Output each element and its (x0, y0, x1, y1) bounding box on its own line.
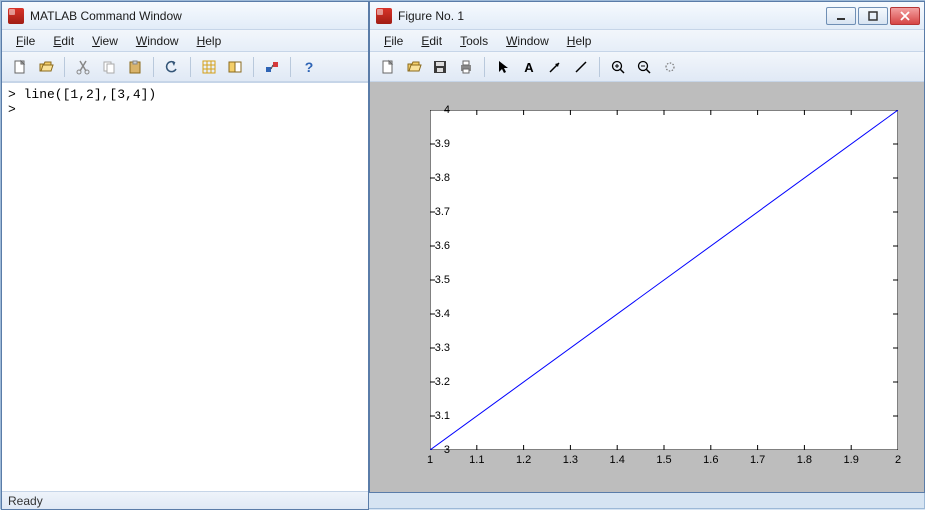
figure-window: Figure No. 1 File Edit Tools Window Help (369, 1, 925, 493)
figure-title: Figure No. 1 (398, 9, 464, 23)
plot-axes[interactable] (430, 110, 898, 450)
x-tick-label: 1 (415, 454, 445, 466)
help-icon[interactable]: ? (297, 55, 321, 79)
x-tick-label: 1.8 (789, 454, 819, 466)
cut-icon[interactable] (71, 55, 95, 79)
y-tick-label: 3.1 (420, 410, 450, 422)
x-tick-label: 1.3 (555, 454, 585, 466)
menu-edit[interactable]: Edit (413, 32, 450, 50)
menu-edit[interactable]: Edit (45, 32, 82, 50)
arrow-annotation-icon[interactable] (543, 55, 567, 79)
menu-window[interactable]: Window (498, 32, 557, 50)
y-tick-label: 4 (420, 104, 450, 116)
close-button[interactable] (890, 7, 920, 25)
menu-window-label: indow (147, 34, 178, 48)
print-icon[interactable] (454, 55, 478, 79)
matlab-icon (8, 8, 24, 24)
undo-icon[interactable] (160, 55, 184, 79)
rotate-3d-icon[interactable] (658, 55, 682, 79)
command-window-title: MATLAB Command Window (30, 9, 182, 23)
x-tick-label: 1.6 (696, 454, 726, 466)
open-file-icon[interactable] (34, 55, 58, 79)
y-tick-label: 3.5 (420, 274, 450, 286)
x-tick-label: 1.9 (836, 454, 866, 466)
menu-help[interactable]: Help (189, 32, 230, 50)
new-file-icon[interactable] (8, 55, 32, 79)
path-browser-icon[interactable] (223, 55, 247, 79)
separator (599, 57, 600, 77)
separator (153, 57, 154, 77)
x-tick-label: 1.4 (602, 454, 632, 466)
y-tick-label: 3.6 (420, 240, 450, 252)
menu-help-label: elp (205, 34, 221, 48)
command-window-statusbar: Ready (2, 491, 368, 509)
figure-toolbar: A (370, 52, 924, 82)
y-tick-label: 3.2 (420, 376, 450, 388)
figure-menubar: File Edit Tools Window Help (370, 30, 924, 52)
y-tick-label: 3.9 (420, 138, 450, 150)
minimize-button[interactable] (826, 7, 856, 25)
separator (484, 57, 485, 77)
open-file-icon[interactable] (402, 55, 426, 79)
y-tick-label: 3.3 (420, 342, 450, 354)
menu-window[interactable]: Window (128, 32, 187, 50)
menu-file-label: ile (23, 34, 35, 48)
command-editor[interactable]: > line([1,2],[3,4]) > (2, 82, 368, 491)
matlab-icon (376, 8, 392, 24)
new-figure-icon[interactable] (376, 55, 400, 79)
figure-canvas[interactable]: 33.13.23.33.43.53.63.73.83.94 11.11.21.3… (370, 82, 924, 492)
workspace-icon[interactable] (197, 55, 221, 79)
zoom-out-icon[interactable] (632, 55, 656, 79)
separator (253, 57, 254, 77)
command-line-1: > (8, 102, 16, 117)
y-tick-label: 3.8 (420, 172, 450, 184)
text-annotation-icon[interactable]: A (517, 55, 541, 79)
x-tick-label: 2 (883, 454, 913, 466)
command-window: MATLAB Command Window File Edit View Win… (1, 1, 369, 510)
menu-view-label: iew (100, 34, 118, 48)
svg-text:A: A (524, 60, 534, 75)
command-window-titlebar[interactable]: MATLAB Command Window (2, 2, 368, 30)
command-window-toolbar: ? (2, 52, 368, 82)
menu-help[interactable]: Help (559, 32, 600, 50)
status-text: Ready (8, 494, 43, 508)
maximize-button[interactable] (858, 7, 888, 25)
zoom-in-icon[interactable] (606, 55, 630, 79)
menu-tools[interactable]: Tools (452, 32, 496, 50)
figure-titlebar[interactable]: Figure No. 1 (370, 2, 924, 30)
command-line-0: > line([1,2],[3,4]) (8, 87, 156, 102)
menu-view[interactable]: View (84, 32, 126, 50)
menu-file[interactable]: File (8, 32, 43, 50)
y-tick-label: 3.4 (420, 308, 450, 320)
svg-text:?: ? (305, 59, 314, 75)
x-tick-label: 1.7 (743, 454, 773, 466)
separator (290, 57, 291, 77)
separator (64, 57, 65, 77)
save-icon[interactable] (428, 55, 452, 79)
separator (190, 57, 191, 77)
paste-icon[interactable] (123, 55, 147, 79)
command-window-menubar: File Edit View Window Help (2, 30, 368, 52)
pointer-icon[interactable] (491, 55, 515, 79)
x-tick-label: 1.1 (462, 454, 492, 466)
copy-icon[interactable] (97, 55, 121, 79)
menu-edit-label: dit (61, 34, 74, 48)
y-tick-label: 3.7 (420, 206, 450, 218)
x-tick-label: 1.2 (509, 454, 539, 466)
menu-file[interactable]: File (376, 32, 411, 50)
line-annotation-icon[interactable] (569, 55, 593, 79)
plot-svg (430, 110, 898, 450)
simulink-icon[interactable] (260, 55, 284, 79)
x-tick-label: 1.5 (649, 454, 679, 466)
